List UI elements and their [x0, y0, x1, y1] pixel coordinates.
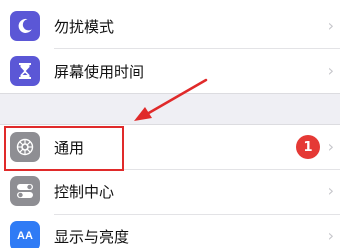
annotation-arrow: [134, 78, 208, 121]
settings-screen: 勿扰模式 › 屏幕使用时间 › 通用 1 › 控制中心 › AA 显示与亮度 ›: [0, 0, 340, 248]
